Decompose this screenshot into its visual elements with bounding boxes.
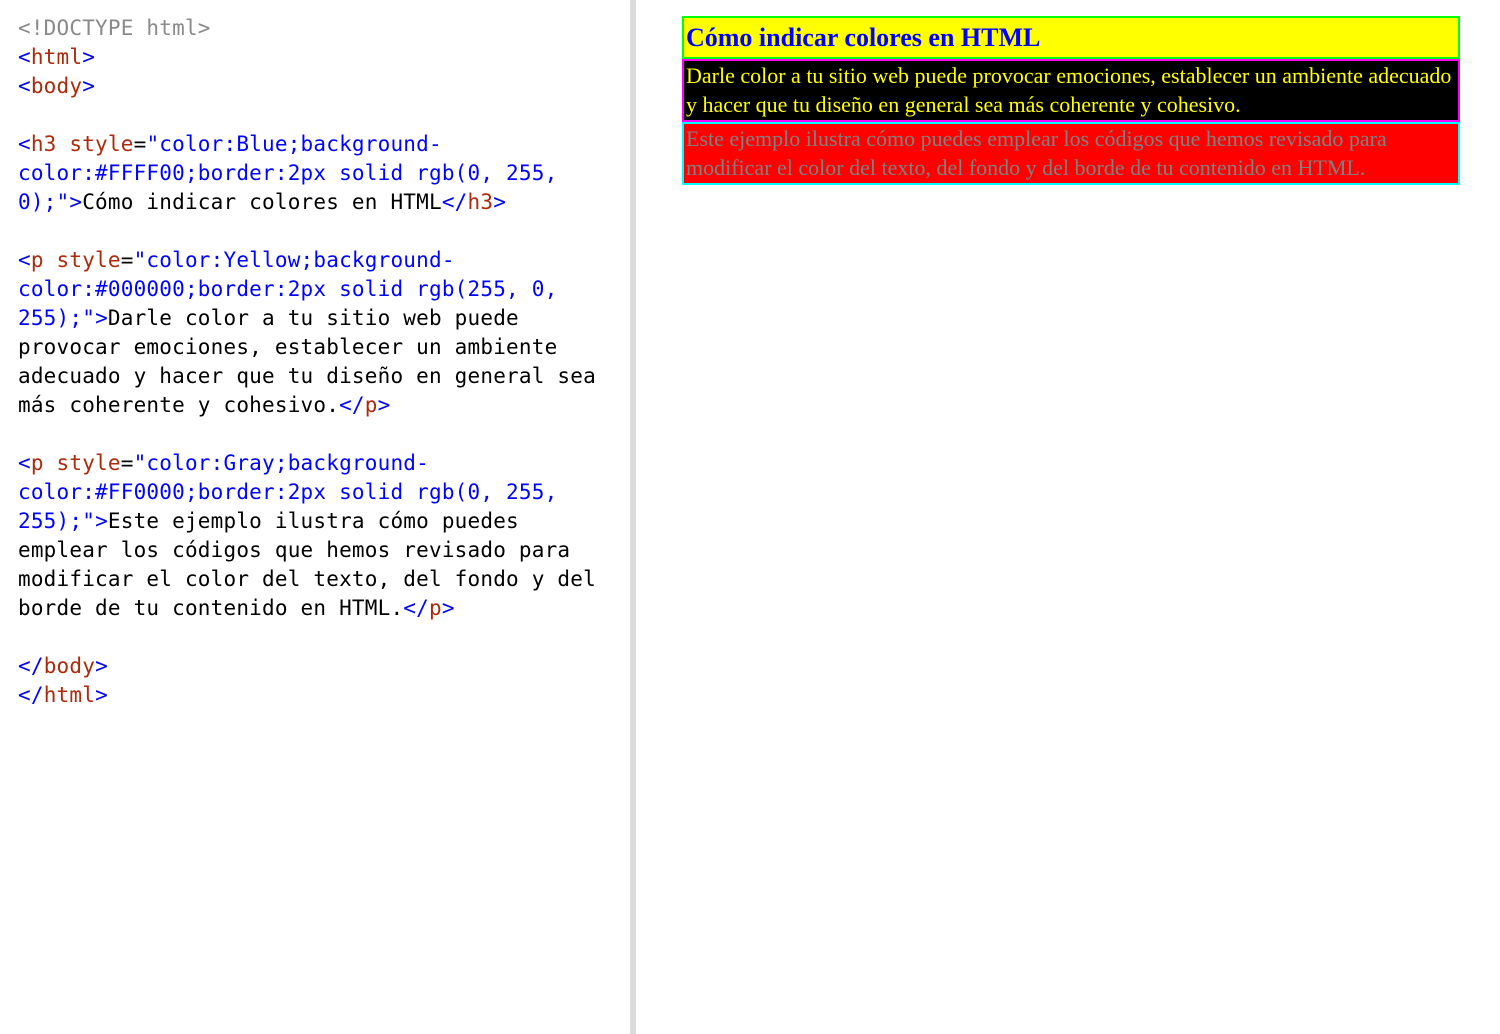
rendered-paragraph-2: Este ejemplo ilustra cómo puedes emplear… [682,122,1460,185]
angle-close: > [378,393,391,417]
angle-close: > [95,654,108,678]
tag-name: p [365,393,378,417]
blank-line [18,217,612,246]
angle-open: </ [18,683,44,707]
code-line-h3: <h3 style="color:Blue;background-color:#… [18,130,612,217]
inner-text: Cómo indicar colores en HTML [82,190,442,214]
rendered-heading: Cómo indicar colores en HTML [682,16,1460,59]
equals: = [121,451,134,475]
angle-close: > [442,596,455,620]
angle-open: </ [339,393,365,417]
tag-name: h3 [31,132,57,156]
tag-name: h3 [468,190,494,214]
code-line-body-open: <body> [18,72,612,101]
space [57,132,70,156]
code-line-doctype: <!DOCTYPE html> [18,14,612,43]
angle-open: </ [18,654,44,678]
attr-name: style [57,248,121,272]
code-line-p1: <p style="color:Yellow;background-color:… [18,246,612,420]
angle-open: </ [442,190,468,214]
code-line-html-close: </html> [18,681,612,710]
tag-name: p [429,596,442,620]
angle-close: > [82,74,95,98]
space [44,248,57,272]
angle-close: > [493,190,506,214]
angle-open: < [18,132,31,156]
angle-open: < [18,45,31,69]
tag-name: html [44,683,95,707]
tag-name: p [31,248,44,272]
blank-line [18,623,612,652]
blank-line [18,101,612,130]
angle-close: > [95,306,108,330]
code-panel: <!DOCTYPE html> <html> <body> <h3 style=… [0,0,630,1034]
space [44,451,57,475]
blank-line [18,420,612,449]
tag-name: body [31,74,82,98]
angle-open: </ [403,596,429,620]
attr-name: style [57,451,121,475]
preview-panel: Cómo indicar colores en HTML Darle color… [636,0,1500,1034]
attr-name: style [69,132,133,156]
tag-name: body [44,654,95,678]
tag-name: p [31,451,44,475]
angle-close: > [95,683,108,707]
angle-close: > [69,190,82,214]
equals: = [134,132,147,156]
code-line-html-open: <html> [18,43,612,72]
rendered-paragraph-1: Darle color a tu sitio web puede provoca… [682,59,1460,122]
code-line-body-close: </body> [18,652,612,681]
tag-name: html [31,45,82,69]
angle-open: < [18,74,31,98]
angle-close: > [82,45,95,69]
angle-open: < [18,451,31,475]
code-line-p2: <p style="color:Gray;background-color:#F… [18,449,612,623]
angle-close: > [95,509,108,533]
equals: = [121,248,134,272]
angle-open: < [18,248,31,272]
